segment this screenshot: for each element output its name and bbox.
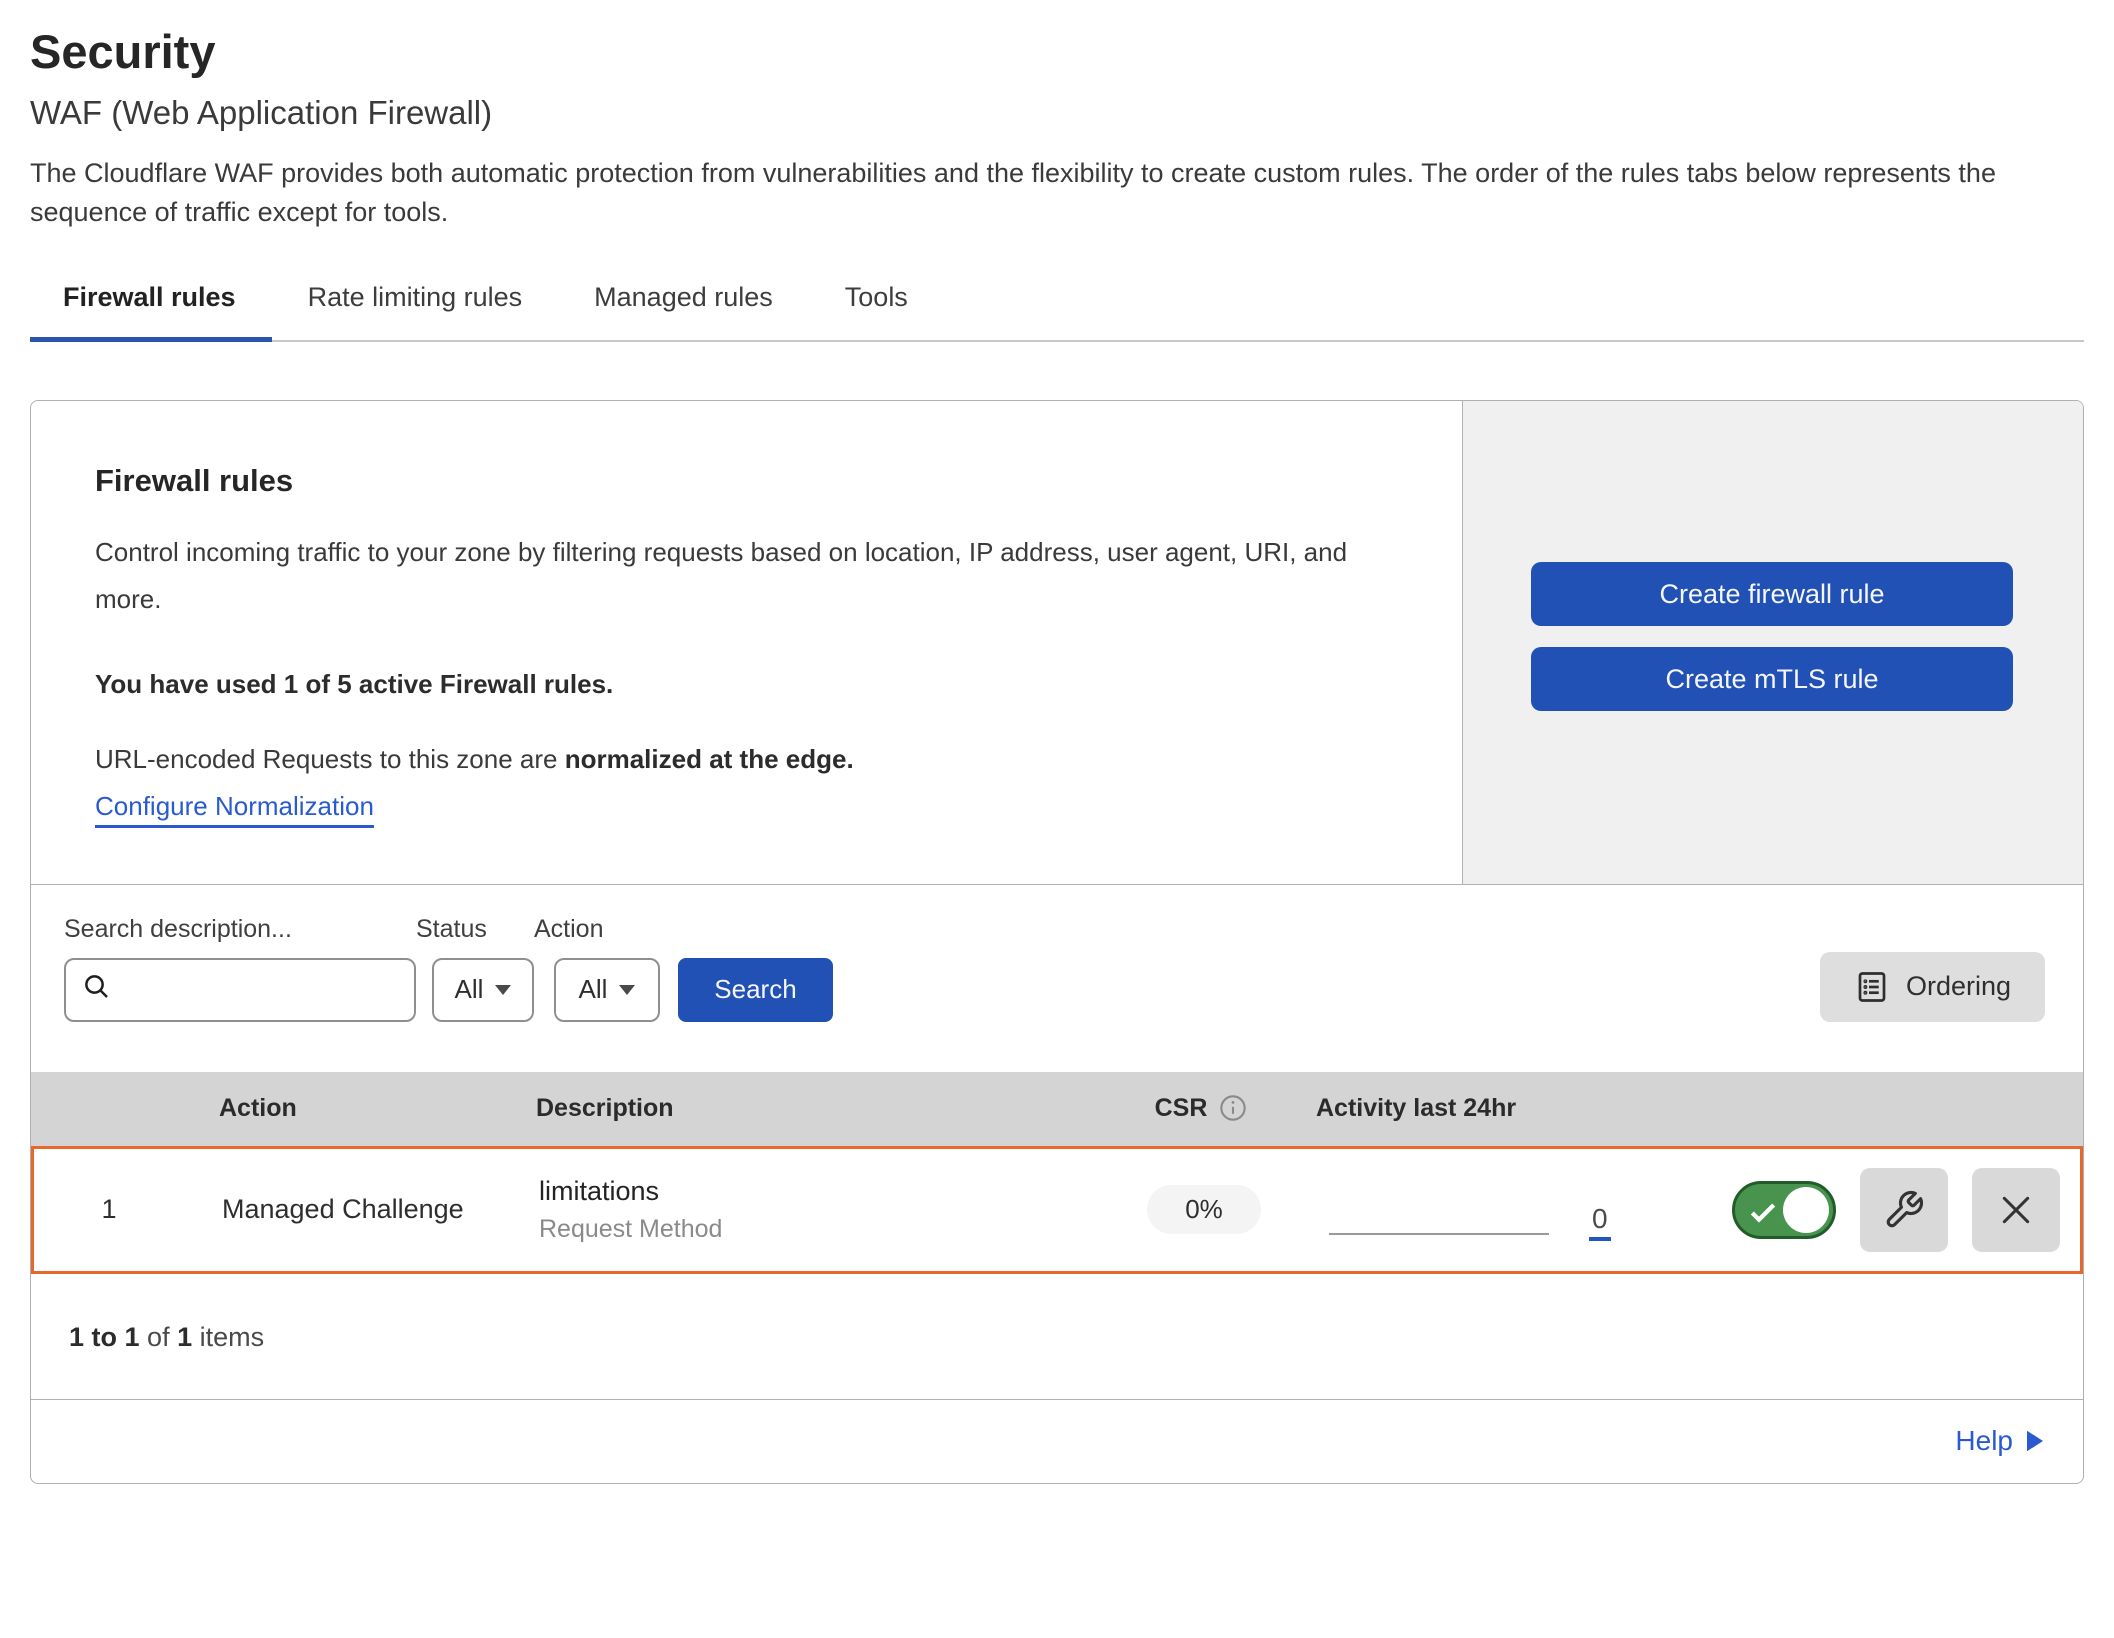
normalization-note-bold: normalized at the edge. <box>565 744 854 774</box>
normalization-note: URL-encoded Requests to this zone are no… <box>95 744 1402 775</box>
rule-csr-cell: 0% <box>1114 1185 1294 1234</box>
tab-label: Rate limiting rules <box>308 282 523 312</box>
caret-right-icon <box>2027 1430 2043 1452</box>
action-select[interactable]: All <box>554 958 660 1022</box>
table-header-row: Action Description CSR Activity last 24h… <box>31 1072 2083 1146</box>
ordering-button[interactable]: Ordering <box>1820 952 2045 1022</box>
search-input-wrapper <box>64 958 416 1022</box>
security-waf-page: Security WAF (Web Application Firewall) … <box>0 0 2114 1484</box>
help-link-label: Help <box>1955 1425 2013 1457</box>
pagination-of: of <box>147 1322 170 1352</box>
create-mtls-rule-button[interactable]: Create mTLS rule <box>1531 647 2013 711</box>
ordering-button-label: Ordering <box>1906 971 2011 1002</box>
tab-label: Firewall rules <box>63 282 236 312</box>
tabs-bar: Firewall rules Rate limiting rules Manag… <box>30 264 2084 342</box>
delete-rule-button[interactable] <box>1972 1168 2060 1252</box>
pagination-total: 1 <box>177 1322 192 1352</box>
tab-managed-rules[interactable]: Managed rules <box>558 264 809 342</box>
configure-normalization-link[interactable]: Configure Normalization <box>95 791 374 828</box>
rule-priority: 1 <box>34 1194 184 1225</box>
firewall-rules-card: Firewall rules Control incoming traffic … <box>30 400 2084 1484</box>
header-activity: Activity last 24hr <box>1291 1072 1641 1146</box>
create-firewall-rule-button[interactable]: Create firewall rule <box>1531 562 2013 626</box>
action-select-value: All <box>579 974 608 1005</box>
section-heading: Firewall rules <box>95 463 1402 499</box>
header-description: Description <box>511 1094 1111 1123</box>
filter-bar: Search description... Status <box>31 885 2083 1072</box>
header-activity-label: Activity last 24hr <box>1316 1094 1516 1123</box>
toggle-knob <box>1783 1187 1829 1233</box>
help-link[interactable]: Help <box>1955 1425 2043 1457</box>
rule-description-sub: Request Method <box>539 1215 1114 1244</box>
csr-badge: 0% <box>1147 1185 1261 1234</box>
list-document-icon <box>1854 969 1890 1005</box>
rule-activity-cell: 0 <box>1294 1149 1644 1271</box>
header-csr-label: CSR <box>1155 1094 1208 1123</box>
rule-enabled-toggle[interactable] <box>1732 1181 1836 1239</box>
edit-rule-button[interactable] <box>1860 1168 1948 1252</box>
pagination-items: items <box>200 1322 265 1352</box>
rule-description-cell: limitations Request Method <box>514 1176 1114 1244</box>
rule-description[interactable]: limitations <box>539 1176 1114 1207</box>
rule-controls <box>1644 1168 2080 1252</box>
check-icon <box>1747 1197 1779 1229</box>
header-csr: CSR <box>1111 1094 1291 1123</box>
tab-label: Managed rules <box>594 282 773 312</box>
search-button[interactable]: Search <box>678 958 833 1022</box>
rules-usage-text: You have used 1 of 5 active Firewall rul… <box>95 669 1402 700</box>
chevron-down-icon <box>495 985 511 995</box>
normalization-note-prefix: URL-encoded Requests to this zone are <box>95 744 565 774</box>
search-label: Search description... <box>64 915 416 944</box>
pagination-range: 1 to 1 <box>69 1322 140 1352</box>
rule-action: Managed Challenge <box>184 1194 514 1225</box>
status-select[interactable]: All <box>432 958 534 1022</box>
activity-sparkline <box>1329 1233 1549 1235</box>
action-label: Action <box>534 915 660 944</box>
chevron-down-icon <box>619 985 635 995</box>
search-input[interactable] <box>124 974 450 1005</box>
search-icon <box>82 972 112 1007</box>
page-description: The Cloudflare WAF provides both automat… <box>30 154 2084 232</box>
section-description: Control incoming traffic to your zone by… <box>95 529 1402 623</box>
close-icon <box>1996 1190 2036 1230</box>
tab-tools[interactable]: Tools <box>809 264 944 342</box>
card-footer: Help <box>31 1399 2083 1483</box>
tab-firewall-rules[interactable]: Firewall rules <box>30 264 272 342</box>
status-select-value: All <box>455 974 484 1005</box>
activity-count-link[interactable]: 0 <box>1589 1205 1611 1241</box>
page-title: Security <box>30 24 2084 80</box>
info-icon[interactable] <box>1219 1094 1247 1123</box>
header-action: Action <box>181 1094 511 1123</box>
status-label: Status <box>416 915 534 944</box>
tab-label: Tools <box>845 282 908 312</box>
firewall-rules-info: Firewall rules Control incoming traffic … <box>31 401 1462 884</box>
tab-rate-limiting-rules[interactable]: Rate limiting rules <box>272 264 559 342</box>
pagination-status: 1 to 1 of 1 items <box>31 1274 2083 1399</box>
wrench-icon <box>1883 1189 1925 1231</box>
firewall-rules-summary-section: Firewall rules Control incoming traffic … <box>31 401 2083 885</box>
actions-panel: Create firewall rule Create mTLS rule <box>1462 401 2083 884</box>
page-subtitle: WAF (Web Application Firewall) <box>30 92 2084 133</box>
table-row: 1 Managed Challenge limitations Request … <box>31 1146 2083 1274</box>
